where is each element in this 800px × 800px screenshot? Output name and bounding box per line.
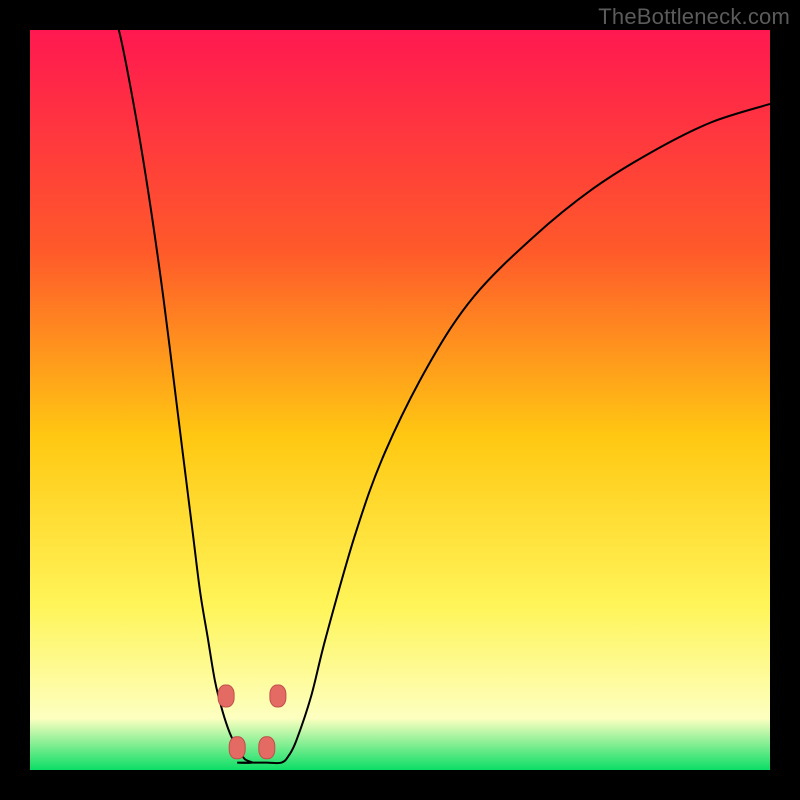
watermark-text: TheBottleneck.com <box>598 4 790 30</box>
curve-marker <box>218 685 234 707</box>
curve-marker <box>229 737 245 759</box>
curve-marker <box>270 685 286 707</box>
bottleneck-chart <box>30 30 770 770</box>
chart-frame: TheBottleneck.com <box>0 0 800 800</box>
curve-marker <box>259 737 275 759</box>
